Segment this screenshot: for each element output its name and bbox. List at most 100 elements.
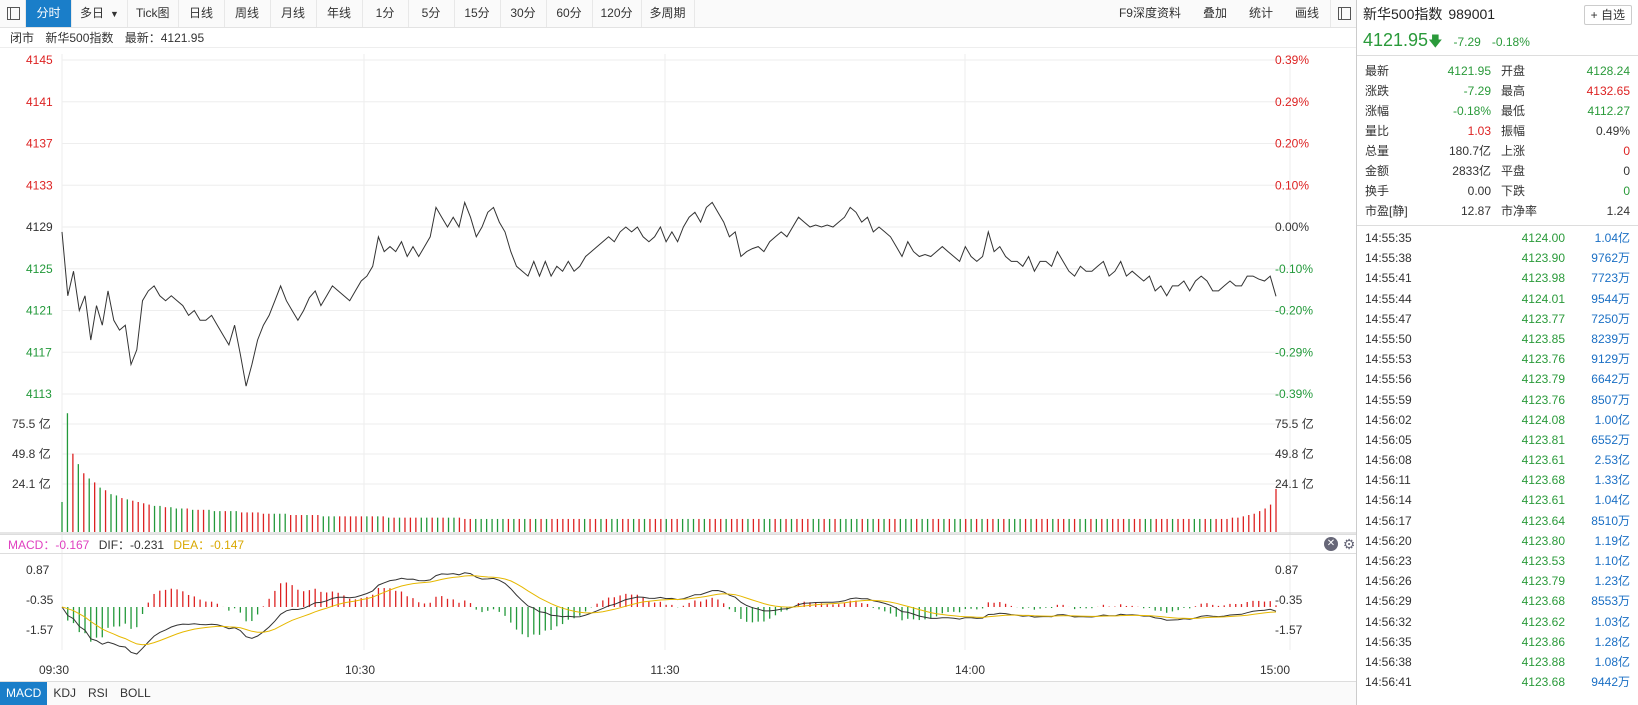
chart-toolbar: 分时 多日 ▼ Tick图 日线 周线 月线 年线 1分 5分 15分 30分 60分 120分 多周期 F… <box>0 0 1356 28</box>
quote-row: 总量 180.7亿 上涨 0 <box>1365 141 1630 161</box>
dea-value: DEA：-0.147 <box>173 538 245 552</box>
price-tick-label: 4145 <box>26 53 53 67</box>
pct-tick-label: -0.20% <box>1275 304 1313 318</box>
tick-list[interactable]: 14:55:35 4124.00 1.04亿 14:55:38 4123.90 9762万… <box>1357 226 1638 694</box>
tick-price: 4123.77 <box>1521 311 1565 326</box>
tick-price: 4123.81 <box>1521 432 1565 447</box>
time-tick-label: 11:30 <box>650 663 679 677</box>
tick-time: 14:56:08 <box>1365 453 1412 468</box>
tick-row: 14:56:23 4123.53 1.10亿 <box>1365 551 1630 571</box>
tick-volume: 9129万 <box>1591 352 1630 367</box>
price-line <box>61 200 1277 387</box>
tab-weekly[interactable]: 周线 <box>225 0 271 27</box>
tick-volume: 1.28亿 <box>1594 634 1630 649</box>
tick-volume: 1.33亿 <box>1594 473 1630 488</box>
market-status: 闭市 <box>10 31 35 45</box>
tick-volume: 8553万 <box>1591 594 1630 609</box>
tab-5min[interactable]: 5分 <box>409 0 455 27</box>
tick-row: 14:55:44 4124.01 9544万 <box>1365 289 1630 309</box>
tick-price: 4123.64 <box>1521 513 1565 528</box>
quote-cell: 平盘 <box>1501 164 1526 178</box>
dif-value: DIF：-0.231 <box>98 538 165 552</box>
tab-label: 60分 <box>556 6 582 20</box>
time-tick-label: 14:00 <box>955 663 985 677</box>
pct-tick-label: 0.20% <box>1275 137 1309 151</box>
panel-price: 4121.95 <box>1363 30 1429 50</box>
overlay-button[interactable]: 叠加 <box>1192 0 1238 27</box>
tick-volume: 7723万 <box>1591 271 1630 286</box>
close-icon[interactable]: ✕ <box>1324 537 1338 551</box>
quote-header: 新华500指数 989001 + 自选 4121.95🡇 -7.29 -0.18% <box>1357 0 1638 56</box>
tick-time: 14:56:17 <box>1365 513 1412 528</box>
gear-icon[interactable]: ⚙ <box>1342 537 1356 551</box>
tab-monthly[interactable]: 月线 <box>271 0 317 27</box>
tick-time: 14:55:35 <box>1365 231 1412 245</box>
toggle-right-panel-icon[interactable] <box>1330 0 1356 27</box>
tab-daily[interactable]: 日线 <box>179 0 225 27</box>
tab-macd[interactable]: MACD <box>0 682 48 705</box>
tab-15min[interactable]: 15分 <box>455 0 501 27</box>
macd-value: MACD：-0.167 <box>8 538 90 552</box>
tab-tick[interactable]: Tick图 <box>128 0 179 27</box>
tab-label: 1分 <box>375 6 395 20</box>
panel-pct: -0.18% <box>1491 35 1530 49</box>
tab-boll[interactable]: BOLL <box>114 682 157 705</box>
volume-tick-label: 49.8 亿 <box>12 446 51 461</box>
tab-multiday[interactable]: 多日 ▼ <box>72 0 128 27</box>
tab-120min[interactable]: 120分 <box>593 0 642 27</box>
quote-cell: 最低 <box>1501 104 1526 118</box>
tab-1min[interactable]: 1分 <box>363 0 409 27</box>
chevron-down-icon[interactable]: ▼ <box>110 9 119 19</box>
tick-price: 4124.01 <box>1521 291 1565 306</box>
panel-index-code: 989001 <box>1448 6 1496 22</box>
pct-tick-label: 0.00% <box>1275 220 1309 234</box>
quote-cell: 下跌 <box>1501 184 1526 198</box>
tick-price: 4123.68 <box>1521 675 1565 690</box>
tick-price: 4123.53 <box>1521 554 1565 568</box>
tick-volume: 1.23亿 <box>1594 574 1630 589</box>
price-tick-label: 4137 <box>26 137 53 151</box>
intraday-chart[interactable]: 4145 0.39% 4141 0.29% 4137 0.20% 4133 0.10% 4129… <box>0 48 1356 681</box>
tick-row: 14:55:41 4123.98 7723万 <box>1365 268 1630 288</box>
toolbar-right: F9深度资料 叠加 统计 画线 <box>1108 0 1356 27</box>
tab-multi-period[interactable]: 多周期 <box>642 0 695 27</box>
tick-volume: 8239万 <box>1591 331 1630 346</box>
tick-volume: 1.10亿 <box>1594 554 1630 568</box>
tick-row: 14:55:47 4123.77 7250万 <box>1365 309 1630 329</box>
quote-cell: 振幅 <box>1501 124 1526 138</box>
tick-price: 4123.86 <box>1521 634 1565 649</box>
volume-tick-label: 24.1 亿 <box>1275 476 1314 491</box>
time-tick-label: 15:00 <box>1260 663 1290 677</box>
f9-deep-data-button[interactable]: F9深度资料 <box>1108 0 1192 27</box>
pct-tick-label: -0.10% <box>1275 262 1313 276</box>
toggle-left-panel-icon[interactable] <box>0 0 26 27</box>
tick-price: 4123.62 <box>1521 614 1565 629</box>
tab-label: Tick图 <box>135 6 170 20</box>
macd-tick-label: -0.35 <box>1275 593 1303 607</box>
tab-30min[interactable]: 30分 <box>501 0 547 27</box>
tab-label: 5分 <box>421 6 441 20</box>
quote-cell: 开盘 <box>1501 64 1526 78</box>
tick-row: 14:56:32 4123.62 1.03亿 <box>1365 612 1630 632</box>
time-tick-label: 09:30 <box>39 663 69 677</box>
tab-kdj[interactable]: KDJ <box>47 682 82 705</box>
tick-price: 4123.76 <box>1521 352 1565 367</box>
tab-yearly[interactable]: 年线 <box>317 0 363 27</box>
tab-label: 15分 <box>464 6 490 20</box>
tab-rsi[interactable]: RSI <box>82 682 114 705</box>
draw-line-button[interactable]: 画线 <box>1284 0 1330 27</box>
tab-60min[interactable]: 60分 <box>547 0 593 27</box>
quote-cell: 涨幅 <box>1365 104 1390 118</box>
tick-row: 14:56:35 4123.86 1.28亿 <box>1365 632 1630 652</box>
tick-price: 4123.79 <box>1521 372 1565 387</box>
tab-label: 分时 <box>36 6 61 20</box>
tick-price: 4124.08 <box>1521 412 1565 427</box>
tab-intraday[interactable]: 分时 <box>26 0 72 27</box>
quote-cell: 0 <box>1623 184 1630 198</box>
statistics-button[interactable]: 统计 <box>1238 0 1284 27</box>
tick-volume: 2.53亿 <box>1594 453 1630 468</box>
tab-label: 日线 <box>188 6 213 20</box>
tick-volume: 9544万 <box>1591 291 1630 306</box>
tick-price: 4123.76 <box>1521 392 1565 407</box>
add-watchlist-button[interactable]: + 自选 <box>1583 5 1632 25</box>
